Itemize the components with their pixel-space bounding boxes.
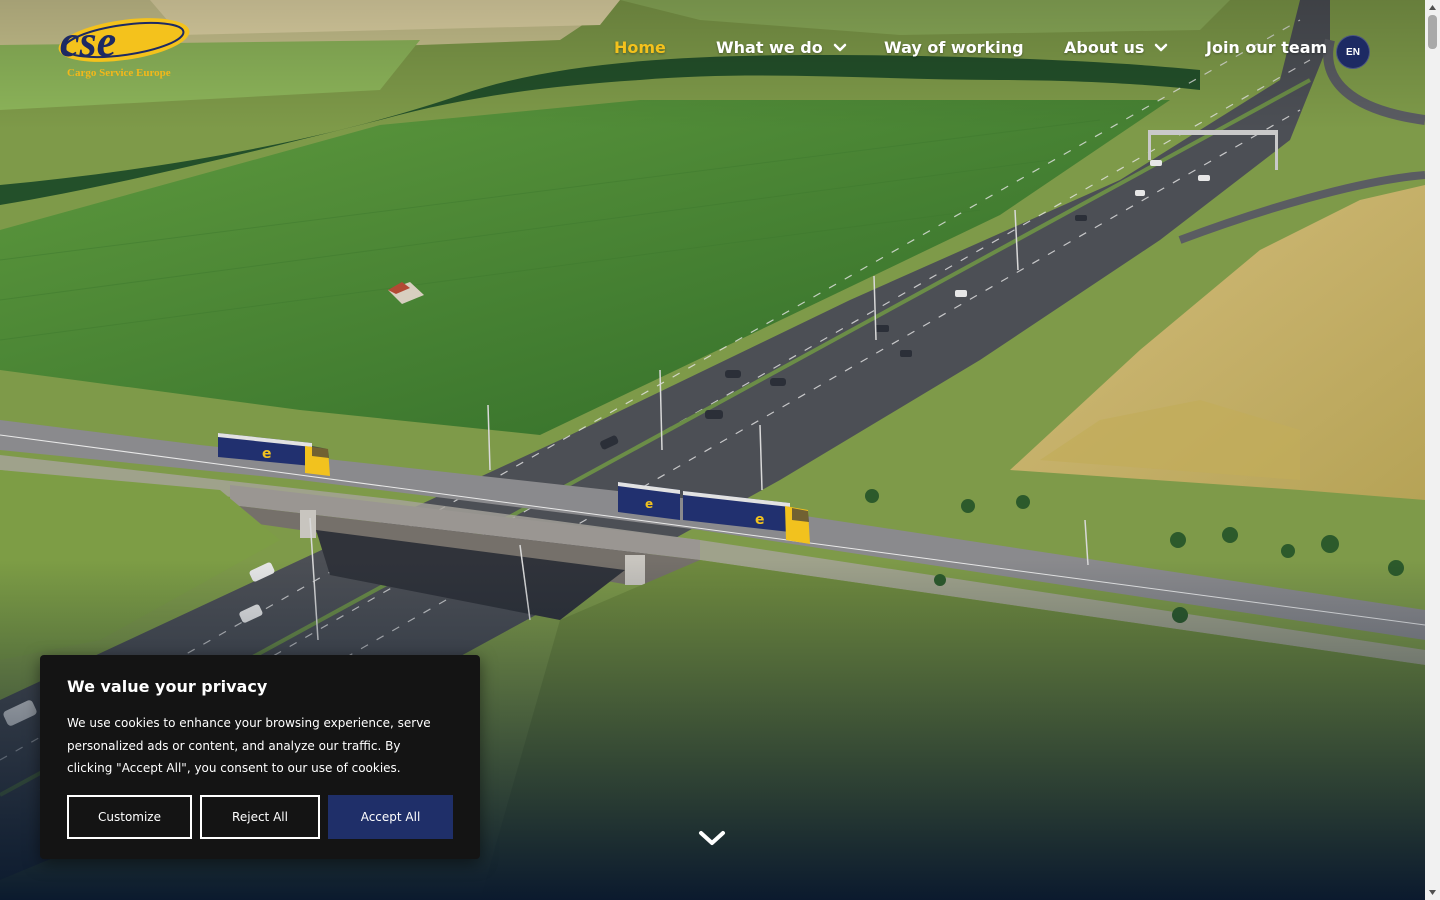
nav-item-home[interactable]: Home xyxy=(614,38,666,57)
svg-text:e: e xyxy=(262,446,272,462)
page-scrollbar[interactable] xyxy=(1425,0,1440,900)
customize-button[interactable]: Customize xyxy=(67,795,192,839)
page: e e e cse Cargo Service Europe Home What… xyxy=(0,0,1425,900)
language-switcher-button[interactable]: EN xyxy=(1336,35,1370,69)
main-nav: Home What we do Way of working About us … xyxy=(0,38,1425,62)
cookie-banner-text: We use cookies to enhance your browsing … xyxy=(67,716,431,775)
svg-text:e: e xyxy=(645,497,653,511)
nav-item-label: Way of working xyxy=(884,38,1024,57)
nav-item-label: What we do xyxy=(716,38,823,57)
chevron-down-icon[interactable] xyxy=(697,828,727,848)
nav-item-way-of-working[interactable]: Way of working xyxy=(884,38,1024,57)
reject-all-button[interactable]: Reject All xyxy=(200,795,320,839)
nav-item-about-us[interactable]: About us xyxy=(1064,38,1168,57)
nav-item-label: About us xyxy=(1064,38,1145,57)
scroll-up-arrow-icon[interactable] xyxy=(1425,0,1440,15)
cookie-banner-title: We value your privacy xyxy=(67,677,268,696)
chevron-down-icon xyxy=(1155,43,1168,51)
nav-item-what-we-do[interactable]: What we do xyxy=(716,38,847,57)
nav-item-label: Home xyxy=(614,38,666,57)
nav-item-join-our-team[interactable]: Join our team xyxy=(1206,38,1327,57)
accept-all-button[interactable]: Accept All xyxy=(328,795,453,839)
svg-text:e: e xyxy=(755,512,765,528)
scroll-down-arrow-icon[interactable] xyxy=(1425,885,1440,900)
scrollbar-thumb[interactable] xyxy=(1428,15,1437,49)
chevron-down-icon xyxy=(833,43,846,51)
cookie-consent-banner: We value your privacy We use cookies to … xyxy=(40,655,480,859)
nav-item-label: Join our team xyxy=(1206,38,1328,57)
logo-tagline: Cargo Service Europe xyxy=(67,67,171,79)
